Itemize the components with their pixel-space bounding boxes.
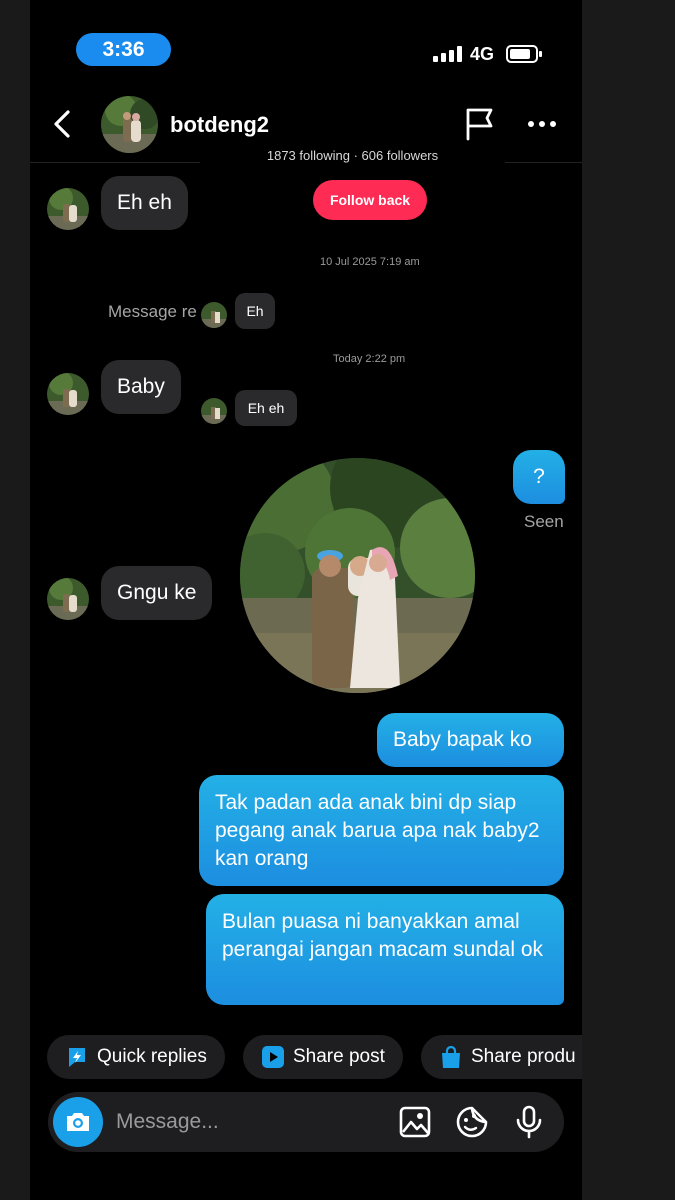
gallery-icon[interactable]	[398, 1105, 432, 1139]
left-backdrop	[0, 0, 30, 1200]
message-bubble-incoming[interactable]: Baby	[101, 360, 181, 414]
sticker-icon[interactable]	[455, 1105, 489, 1139]
message-bubble-outgoing[interactable]: Tak padan ada anak bini dp siap pegang a…	[199, 775, 564, 886]
message-bubble-incoming[interactable]: Gngu ke	[101, 566, 213, 620]
play-icon	[261, 1045, 285, 1069]
battery-icon	[506, 45, 542, 63]
sender-avatar[interactable]	[47, 188, 89, 230]
flag-icon[interactable]	[462, 106, 498, 142]
network-label: 4G	[470, 44, 495, 64]
timestamp: Today 2:22 pm	[333, 353, 406, 365]
signal-icon	[433, 46, 462, 62]
seen-status: Seen	[524, 512, 564, 531]
message-bubble-outgoing[interactable]: ?	[513, 450, 565, 504]
reply-bubble[interactable]: Eh eh	[235, 390, 297, 426]
chip-label: Share produ	[471, 1046, 576, 1067]
chip-label: Share post	[293, 1046, 385, 1067]
follow-stats: 1873 following · 606 followers	[200, 146, 505, 170]
chip-label: Quick replies	[97, 1046, 207, 1067]
avatar[interactable]	[101, 96, 158, 153]
message-bubble-outgoing[interactable]: Baby bapak ko	[377, 713, 564, 767]
shopping-bag-icon	[439, 1045, 463, 1069]
more-options-icon[interactable]	[524, 108, 560, 140]
reply-avatar	[201, 398, 227, 424]
right-backdrop	[582, 0, 675, 1200]
sender-avatar[interactable]	[47, 373, 89, 415]
timestamp: 10 Jul 2025 7:19 am	[320, 256, 420, 268]
sender-avatar[interactable]	[47, 578, 89, 620]
share-product-chip[interactable]: Share produ	[421, 1035, 582, 1079]
message-composer: Message...	[48, 1092, 564, 1152]
share-post-chip[interactable]: Share post	[243, 1035, 403, 1079]
back-icon[interactable]	[48, 108, 76, 140]
message-bubble-outgoing[interactable]: Bulan puasa ni banyakkan amal perangai j…	[206, 894, 564, 1005]
message-bubble-incoming[interactable]: Eh eh	[101, 176, 188, 230]
camera-icon[interactable]	[53, 1097, 103, 1147]
message-request-label: Message re	[108, 302, 197, 321]
quick-replies-chip[interactable]: Quick replies	[47, 1035, 225, 1079]
bolt-icon	[65, 1045, 89, 1069]
reply-avatar	[201, 302, 227, 328]
reply-bubble[interactable]: Eh	[235, 293, 275, 329]
shared-photo[interactable]	[240, 458, 475, 693]
username[interactable]: botdeng2	[170, 112, 269, 138]
microphone-icon[interactable]	[512, 1105, 546, 1139]
message-input[interactable]: Message...	[116, 1110, 219, 1134]
follow-back-button[interactable]: Follow back	[313, 180, 427, 220]
status-time: 3:36	[76, 33, 171, 66]
